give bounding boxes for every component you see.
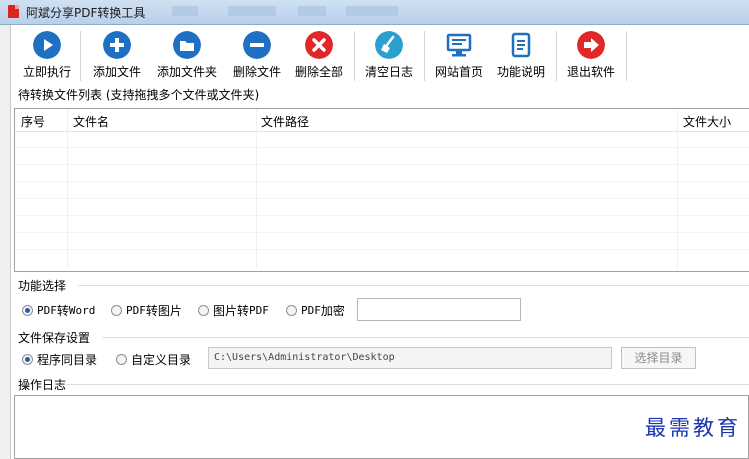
column-divider: [67, 109, 68, 269]
radio-selected-icon: [22, 305, 33, 316]
radio-pdf-to-word[interactable]: PDF 转 Word: [22, 302, 95, 319]
pdf-app-icon: [8, 5, 19, 18]
save-section-title: 文件保存设置: [18, 329, 91, 346]
column-header-filename[interactable]: 文件名: [73, 113, 109, 130]
row-divider: [15, 181, 749, 182]
function-description-button[interactable]: 功能说明: [494, 31, 548, 80]
column-header-filesize[interactable]: 文件大小: [683, 113, 731, 130]
website-home-label: 网站首页: [434, 65, 483, 79]
table-header-row: 序号 文件名 文件路径 文件大小: [15, 109, 749, 132]
title-bar-ghost-decoration: [172, 6, 198, 16]
delete-all-label: 删除全部: [294, 65, 343, 79]
toolbar-separator: [354, 31, 355, 81]
function-section-title: 功能选择: [18, 277, 67, 294]
add-folder-button[interactable]: 添加文件夹: [154, 31, 220, 80]
document-icon: [511, 32, 531, 58]
title-bar[interactable]: 阿斌分享PDF转换工具: [0, 0, 749, 25]
broom-icon: [375, 31, 403, 59]
radio-image-to-pdf[interactable]: 图片转 PDF: [198, 302, 269, 319]
execute-label: 立即执行: [22, 65, 71, 79]
row-divider: [15, 164, 749, 165]
monitor-icon: [446, 33, 472, 57]
execute-button[interactable]: 立即执行: [20, 31, 74, 80]
title-bar-ghost-decoration: [346, 6, 398, 16]
radio-unselected-icon: [198, 305, 209, 316]
title-bar-ghost-decoration: [298, 6, 326, 16]
file-list-title: 待转换文件列表 (支持拖拽多个文件或文件夹): [18, 86, 260, 103]
radio-program-directory[interactable]: 程序同目录: [22, 351, 97, 368]
group-divider: [78, 285, 749, 286]
column-divider: [677, 109, 678, 269]
row-divider: [15, 215, 749, 216]
clear-log-label: 清空日志: [364, 65, 413, 79]
toolbar: 立即执行 添加文件 添加文件夹 删除文件 删除全部 清空日志 网站首页 功能说明…: [14, 25, 749, 87]
delete-file-button[interactable]: 删除文件: [230, 31, 284, 80]
title-bar-ghost-decoration: [228, 6, 276, 16]
add-folder-label: 添加文件夹: [156, 65, 217, 79]
delete-file-label: 删除文件: [232, 65, 281, 79]
group-divider: [66, 384, 749, 385]
minus-icon: [243, 31, 271, 59]
website-home-button[interactable]: 网站首页: [432, 31, 486, 80]
row-divider: [15, 198, 749, 199]
radio-selected-icon: [22, 354, 33, 365]
log-section-title: 操作日志: [18, 376, 67, 393]
window-left-border: [0, 25, 11, 459]
toolbar-separator: [424, 31, 425, 81]
column-header-index[interactable]: 序号: [21, 113, 45, 130]
exit-label: 退出软件: [566, 65, 615, 79]
radio-unselected-icon: [116, 354, 127, 365]
delete-all-button[interactable]: 删除全部: [292, 31, 346, 80]
row-divider: [15, 232, 749, 233]
radio-unselected-icon: [286, 305, 297, 316]
folder-icon: [173, 31, 201, 59]
function-description-label: 功能说明: [496, 65, 545, 79]
radio-unselected-icon: [111, 305, 122, 316]
group-divider: [102, 337, 749, 338]
file-list-table[interactable]: 序号 文件名 文件路径 文件大小: [14, 108, 749, 272]
row-divider: [15, 249, 749, 250]
exit-button[interactable]: 退出软件: [564, 31, 618, 80]
radio-pdf-encrypt[interactable]: PDF 加密: [286, 302, 345, 319]
radio-pdf-to-image[interactable]: PDF 转图片: [111, 302, 182, 319]
toolbar-separator: [556, 31, 557, 81]
radio-custom-directory[interactable]: 自定义目录: [116, 351, 191, 368]
play-icon: [33, 31, 61, 59]
close-icon: [305, 31, 333, 59]
toolbar-separator: [626, 31, 627, 81]
clear-log-button[interactable]: 清空日志: [362, 31, 416, 80]
add-file-label: 添加文件: [92, 65, 141, 79]
password-input[interactable]: [357, 298, 521, 321]
save-path-field[interactable]: C:\Users\Administrator\Desktop: [208, 347, 612, 369]
operation-log-area[interactable]: [14, 395, 749, 459]
row-divider: [15, 147, 749, 148]
exit-icon: [577, 31, 605, 59]
column-header-filepath[interactable]: 文件路径: [261, 113, 309, 130]
window-title: 阿斌分享PDF转换工具: [26, 6, 146, 20]
plus-icon: [103, 31, 131, 59]
column-divider: [256, 109, 257, 269]
toolbar-separator: [80, 31, 81, 81]
add-file-button[interactable]: 添加文件: [90, 31, 144, 80]
select-directory-button[interactable]: 选择目录: [621, 347, 696, 369]
watermark-text: 最需教育: [645, 416, 741, 440]
